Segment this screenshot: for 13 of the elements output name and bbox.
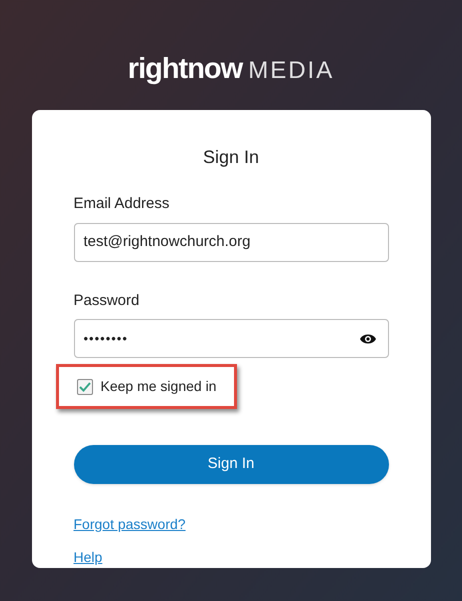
password-field[interactable]: ••••••••: [74, 319, 388, 358]
eye-icon[interactable]: [360, 332, 376, 344]
checkbox-label[interactable]: Keep me signed in: [100, 376, 216, 397]
sign-in-button[interactable]: Sign In: [74, 445, 388, 484]
logo-subtitle: MEDIA: [248, 56, 334, 86]
field-label: Password: [74, 290, 140, 310]
email-field[interactable]: test@rightnowchurch.org: [74, 222, 388, 262]
logo-wordmark: rightnow: [128, 52, 242, 87]
field-label: Email Address: [74, 194, 170, 214]
checkbox[interactable]: [76, 378, 92, 394]
form-title: Sign In: [202, 146, 260, 169]
help-link[interactable]: Help: [74, 547, 102, 568]
forgot-password-link[interactable]: Forgot password?: [74, 514, 186, 535]
